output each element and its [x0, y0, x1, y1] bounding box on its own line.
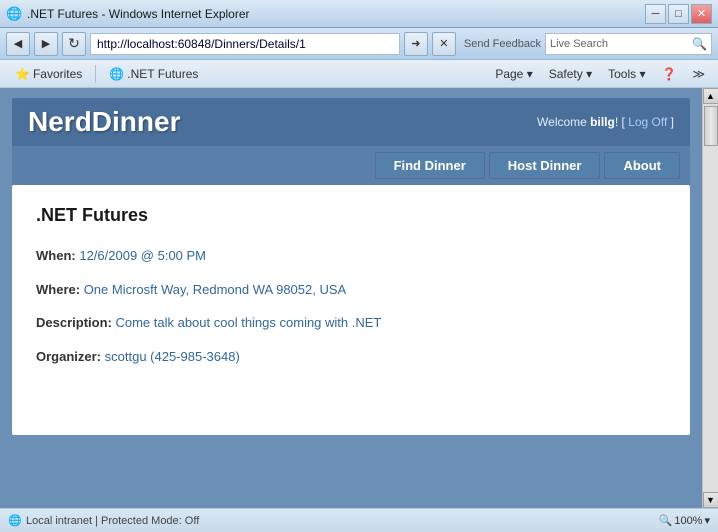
- separator: [95, 65, 96, 83]
- where-value: One Microsft Way, Redmond WA 98052, USA: [84, 282, 347, 297]
- scroll-up-button[interactable]: ▲: [703, 88, 718, 104]
- minimize-button[interactable]: ─: [645, 4, 666, 24]
- nav-find-dinner[interactable]: Find Dinner: [375, 152, 485, 179]
- browser-icon: 🌐: [6, 6, 22, 22]
- description-value: Come talk about cool things coming with …: [115, 315, 381, 330]
- window-title: .NET Futures - Windows Internet Explorer: [27, 7, 645, 21]
- send-feedback-link[interactable]: Send Feedback: [464, 38, 541, 50]
- zoom-level: 100%: [674, 515, 702, 527]
- status-right: 🔍 100% ▾: [659, 514, 710, 527]
- refresh-button[interactable]: ↻: [62, 32, 86, 56]
- main-content: .NET Futures When: 12/6/2009 @ 5:00 PM W…: [12, 185, 690, 435]
- welcome-message: Welcome billg! [ Log Off ]: [537, 115, 674, 129]
- live-search-label: Live Search: [550, 38, 608, 50]
- organizer-row: Organizer: scottgu (425-985-3648): [36, 347, 666, 367]
- app-title: NerdDinner: [28, 106, 180, 138]
- toolbar-right: Page ▾ Safety ▾ Tools ▾ ❓ ≫: [488, 63, 712, 85]
- stop-button[interactable]: ✕: [432, 32, 456, 56]
- tools-menu-button[interactable]: Tools ▾: [601, 63, 652, 85]
- app-header: NerdDinner Welcome billg! [ Log Off ]: [12, 98, 690, 146]
- page-wrapper: NerdDinner Welcome billg! [ Log Off ] Fi…: [0, 88, 718, 508]
- scroll-thumb[interactable]: [704, 106, 718, 146]
- when-value: 12/6/2009 @ 5:00 PM: [79, 248, 206, 263]
- when-row: When: 12/6/2009 @ 5:00 PM: [36, 246, 666, 266]
- go-button[interactable]: ➜: [404, 32, 428, 56]
- where-row: Where: One Microsft Way, Redmond WA 9805…: [36, 280, 666, 300]
- help-button[interactable]: ❓: [654, 63, 683, 85]
- nav-about[interactable]: About: [604, 152, 680, 179]
- zone-text: Local intranet | Protected Mode: Off: [26, 515, 199, 527]
- scroll-down-button[interactable]: ▼: [703, 492, 718, 508]
- forward-button[interactable]: ▶: [34, 32, 58, 56]
- organizer-label: Organizer:: [36, 349, 101, 364]
- favorites-button[interactable]: ⭐ Favorites: [6, 63, 91, 85]
- app-nav: Find Dinner Host Dinner About: [12, 146, 690, 185]
- star-icon: ⭐: [15, 67, 30, 81]
- zoom-icon: 🔍: [659, 514, 673, 527]
- nav-host-dinner[interactable]: Host Dinner: [489, 152, 601, 179]
- favorites-bar: ⭐ Favorites 🌐 .NET Futures Page ▾ Safety…: [0, 60, 718, 88]
- window-controls: ─ □ ✕: [645, 4, 712, 24]
- live-search-input[interactable]: [610, 38, 690, 50]
- live-search-box: Live Search 🔍: [545, 33, 712, 55]
- ie-icon: 🌐: [109, 67, 124, 81]
- address-bar: ◀ ▶ ↻ ➜ ✕ Send Feedback Live Search 🔍: [0, 28, 718, 60]
- organizer-value: scottgu (425-985-3648): [105, 349, 240, 364]
- logoff-link[interactable]: Log Off: [628, 115, 667, 129]
- command-bar-toggle[interactable]: ≫: [685, 63, 712, 85]
- back-button[interactable]: ◀: [6, 32, 30, 56]
- url-input[interactable]: [90, 33, 400, 55]
- restore-button[interactable]: □: [668, 4, 689, 24]
- page-menu-button[interactable]: Page ▾: [488, 63, 539, 85]
- dotnet-futures-tab[interactable]: 🌐 .NET Futures: [100, 63, 207, 85]
- zoom-button[interactable]: 🔍 100% ▾: [659, 514, 710, 527]
- close-button[interactable]: ✕: [691, 4, 712, 24]
- dinner-title: .NET Futures: [36, 205, 666, 226]
- status-bar: 🌐 Local intranet | Protected Mode: Off 🔍…: [0, 508, 718, 532]
- search-icon[interactable]: 🔍: [692, 37, 707, 51]
- zone-icon: 🌐: [8, 514, 22, 528]
- username: billg: [590, 115, 615, 129]
- page-content: NerdDinner Welcome billg! [ Log Off ] Fi…: [0, 88, 702, 508]
- scroll-track[interactable]: [703, 104, 718, 492]
- description-row: Description: Come talk about cool things…: [36, 313, 666, 333]
- where-label: Where:: [36, 282, 80, 297]
- safety-menu-button[interactable]: Safety ▾: [542, 63, 599, 85]
- description-label: Description:: [36, 315, 112, 330]
- zoom-chevron: ▾: [704, 514, 710, 527]
- title-bar: 🌐 .NET Futures - Windows Internet Explor…: [0, 0, 718, 28]
- when-label: When:: [36, 248, 76, 263]
- scrollbar: ▲ ▼: [702, 88, 718, 508]
- status-left: 🌐 Local intranet | Protected Mode: Off: [8, 514, 651, 528]
